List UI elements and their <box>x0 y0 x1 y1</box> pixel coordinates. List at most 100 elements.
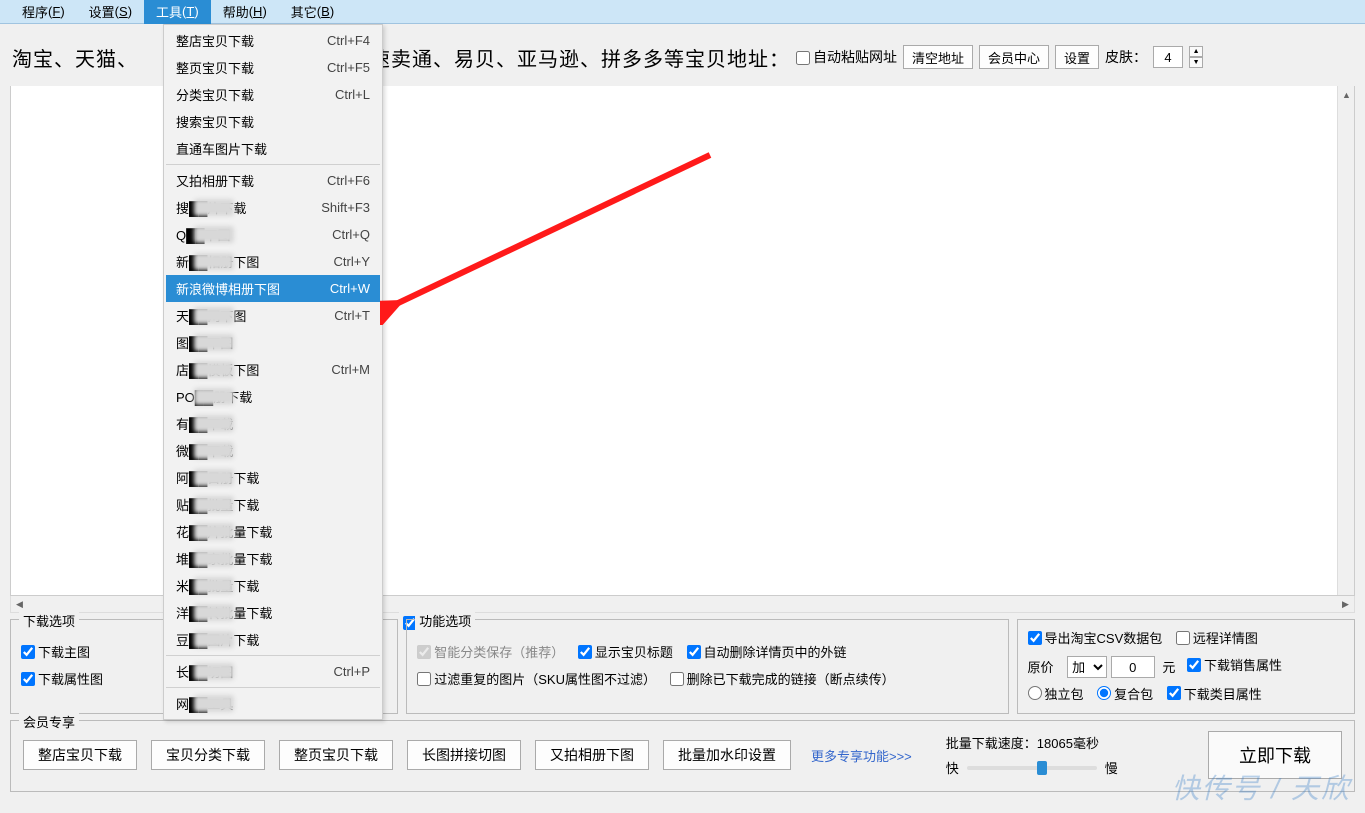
menu-item[interactable]: 整页宝贝下载Ctrl+F5 <box>166 54 380 81</box>
menu-item[interactable]: 又拍相册下载 Ctrl+F6 <box>166 167 380 194</box>
menu-item[interactable]: 有██下载 <box>166 410 380 437</box>
menu-item[interactable]: 花██片批量下载 <box>166 518 380 545</box>
function-options-fieldset: 功能选项 智能分类保存（推荐） 显示宝贝标题 自动删除详情页中的外链 过滤重复的… <box>406 619 1008 714</box>
menu-item-label: 整店宝贝下载 <box>176 31 309 50</box>
member-btn-2[interactable]: 整页宝贝下载 <box>279 740 393 770</box>
menu-item[interactable]: 贴██批量下载 <box>166 491 380 518</box>
menu-item-label: 直通车图片下载 <box>176 139 352 158</box>
member-section: 会员专享 整店宝贝下载 宝贝分类下载 整页宝贝下载 长图拼接切图 又拍相册下图 … <box>10 720 1355 792</box>
censored-blur <box>194 469 234 486</box>
smart-save-checkbox[interactable]: 智能分类保存（推荐） <box>417 642 564 661</box>
menu-item[interactable]: 微██下载 <box>166 437 380 464</box>
member-btn-1[interactable]: 宝贝分类下载 <box>151 740 265 770</box>
menu-item[interactable]: 豆██图片下载 <box>166 626 380 653</box>
censored-blur <box>194 523 234 540</box>
menu-item[interactable]: 图██下图 <box>166 329 380 356</box>
more-features-link[interactable]: 更多专享功能>>> <box>811 746 912 765</box>
clear-address-button[interactable]: 清空地址 <box>903 45 973 69</box>
remote-detail-checkbox[interactable]: 远程详情图 <box>1176 628 1258 647</box>
menu-item-shortcut: Ctrl+Y <box>334 254 370 269</box>
speed-fast-label: 快 <box>946 758 959 777</box>
download-attr-image-checkbox[interactable]: 下载属性图 <box>21 669 103 688</box>
price-value-input[interactable] <box>1111 656 1155 678</box>
remove-done-checkbox[interactable]: 删除已下载完成的链接（断点续传） <box>670 669 895 688</box>
censored-blur <box>194 226 234 243</box>
filter-duplicate-checkbox[interactable]: 过滤重复的图片（SKU属性图不过滤） <box>417 669 656 688</box>
censored-blur <box>194 550 234 567</box>
menu-item-shortcut: Ctrl+F4 <box>327 33 370 48</box>
censored-blur <box>194 496 234 513</box>
auto-paste-checkbox[interactable]: 自动粘贴网址 <box>796 47 897 67</box>
censored-blur <box>194 307 234 324</box>
censored-blur <box>194 577 234 594</box>
function-options-legend: 功能选项 <box>415 611 475 630</box>
skin-input[interactable] <box>1153 46 1183 68</box>
member-btn-3[interactable]: 长图拼接切图 <box>407 740 521 770</box>
menu-item[interactable]: 阿██目册下载 <box>166 464 380 491</box>
menu-program[interactable]: 程序(F) <box>10 0 77 24</box>
menu-item[interactable]: 搜██片下载Shift+F3 <box>166 194 380 221</box>
skin-spinner[interactable]: ▲ ▼ <box>1189 46 1203 68</box>
member-btn-5[interactable]: 批量加水印设置 <box>663 740 791 770</box>
download-cat-attr-checkbox[interactable]: 下载类目属性 <box>1167 684 1262 703</box>
menu-item[interactable]: 天██网下图Ctrl+T <box>166 302 380 329</box>
auto-remove-link-checkbox[interactable]: 自动删除详情页中的外链 <box>687 642 847 661</box>
speed-slider[interactable] <box>967 766 1097 770</box>
settings-button[interactable]: 设置 <box>1055 45 1099 69</box>
pkg-single-radio[interactable]: 独立包 <box>1028 684 1084 703</box>
menu-item-shortcut: Ctrl+L <box>335 87 370 102</box>
menu-item[interactable]: 洋██转批量下载 <box>166 599 380 626</box>
menu-item[interactable]: 新██相册下图Ctrl+Y <box>166 248 380 275</box>
vertical-scrollbar[interactable]: ▲ <box>1337 86 1354 595</box>
menu-item[interactable]: 长██切图Ctrl+P <box>166 658 380 685</box>
menu-item[interactable]: PO██册下载 <box>166 383 380 410</box>
censored-blur <box>194 631 234 648</box>
menu-item[interactable]: 米██批量下载 <box>166 572 380 599</box>
menu-item[interactable]: 堆██家批量下载 <box>166 545 380 572</box>
menu-tools[interactable]: 工具(T) <box>144 0 211 24</box>
skin-label: 皮肤： <box>1105 47 1147 67</box>
menu-item[interactable]: 搜索宝贝下载 <box>166 108 380 135</box>
member-center-button[interactable]: 会员中心 <box>979 45 1049 69</box>
export-options-fieldset: 导出淘宝CSV数据包 远程详情图 原价 加 元 下载销售属性 独立包 复合包 下… <box>1017 619 1356 714</box>
menu-item-label: 又拍相册下载 <box>176 171 309 190</box>
menu-item[interactable]: Q██下图Ctrl+Q <box>166 221 380 248</box>
tools-dropdown: 整店宝贝下载 Ctrl+F4 整页宝贝下载Ctrl+F5 分类宝贝下载 Ctrl+L 搜索… <box>163 24 383 720</box>
price-label: 原价 <box>1028 657 1054 676</box>
menu-settings[interactable]: 设置(S) <box>77 0 144 24</box>
address-prompt-a: 淘宝、天猫、 <box>12 43 138 72</box>
download-sale-attr-checkbox[interactable]: 下载销售属性 <box>1187 655 1282 674</box>
show-title-checkbox[interactable]: 显示宝贝标题 <box>578 642 673 661</box>
menu-item-label: 新浪微博相册下图 <box>176 279 312 298</box>
slider-thumb[interactable] <box>1037 761 1047 775</box>
censored-blur <box>194 695 234 712</box>
spin-up-icon[interactable]: ▲ <box>1189 46 1203 57</box>
menu-item-shortcut: Ctrl+P <box>334 664 370 679</box>
scroll-right-icon[interactable]: ▶ <box>1337 596 1354 613</box>
spin-down-icon[interactable]: ▼ <box>1189 57 1203 68</box>
menu-item-label: 搜索宝贝下载 <box>176 112 352 131</box>
menu-help[interactable]: 帮助(H) <box>211 0 279 24</box>
price-op-select[interactable]: 加 <box>1067 656 1107 678</box>
pkg-combo-radio[interactable]: 复合包 <box>1097 684 1153 703</box>
menu-item[interactable]: 新浪微博相册下图 Ctrl+W <box>166 275 380 302</box>
menu-item-shortcut: Ctrl+W <box>330 281 370 296</box>
download-now-button[interactable]: 立即下载 <box>1208 731 1342 779</box>
scroll-up-icon[interactable]: ▲ <box>1338 86 1355 103</box>
menu-item-shortcut: Ctrl+Q <box>332 227 370 242</box>
member-btn-0[interactable]: 整店宝贝下载 <box>23 740 137 770</box>
member-legend: 会员专享 <box>19 712 79 731</box>
censored-blur <box>194 415 234 432</box>
menu-item[interactable]: 店██模板下图Ctrl+M <box>166 356 380 383</box>
member-btn-4[interactable]: 又拍相册下图 <box>535 740 649 770</box>
menu-item-label: 分类宝贝下载 <box>176 85 317 104</box>
menu-other[interactable]: 其它(B) <box>279 0 346 24</box>
menu-item[interactable]: 分类宝贝下载 Ctrl+L <box>166 81 380 108</box>
menu-item[interactable]: 整店宝贝下载 Ctrl+F4 <box>166 27 380 54</box>
export-csv-checkbox[interactable]: 导出淘宝CSV数据包 <box>1028 628 1163 647</box>
menu-item[interactable]: 直通车图片下载 <box>166 135 380 162</box>
menu-item-shortcut: Ctrl+F6 <box>327 173 370 188</box>
menu-item[interactable]: 网██工具 <box>166 690 380 717</box>
speed-value: 18065毫秒 <box>1037 736 1099 751</box>
download-main-image-checkbox[interactable]: 下载主图 <box>21 642 90 661</box>
